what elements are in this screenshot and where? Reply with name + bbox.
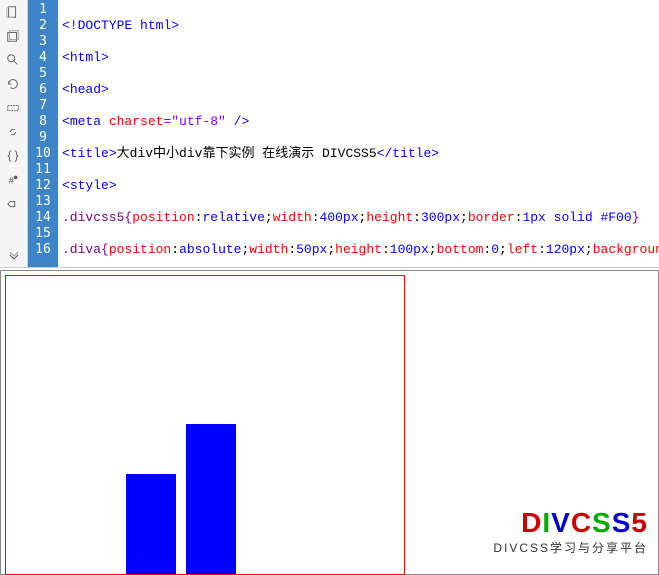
braces-icon[interactable] [0,144,26,168]
preview-pane: DIVCSS5 DIVCSS学习与分享平台 [0,270,659,575]
bookmark-icon[interactable]: # [0,168,26,192]
chart-container [5,275,405,575]
select-region-icon[interactable] [0,96,26,120]
search-icon[interactable] [0,48,26,72]
editor-pane: # 12345678910111213141516 <!DOCTYPE html… [0,0,659,268]
bar-divb [186,424,236,574]
chevron-down-icon[interactable] [0,247,27,267]
watermark: DIVCSS5 DIVCSS学习与分享平台 [493,507,648,556]
code-editor[interactable]: <!DOCTYPE html> <html> <head> <meta char… [58,0,659,267]
svg-text:#: # [9,176,15,187]
watermark-brand: DIVCSS5 [493,507,648,539]
toolbar: # [0,0,28,267]
save-all-icon[interactable] [0,24,26,48]
link-icon[interactable] [0,120,26,144]
new-file-icon[interactable] [0,0,26,24]
bar-diva [126,474,176,574]
watermark-sub: DIVCSS学习与分享平台 [493,539,648,556]
line-gutter: 12345678910111213141516 [28,0,58,267]
refresh-icon[interactable] [0,72,26,96]
tag-icon[interactable] [0,192,26,216]
